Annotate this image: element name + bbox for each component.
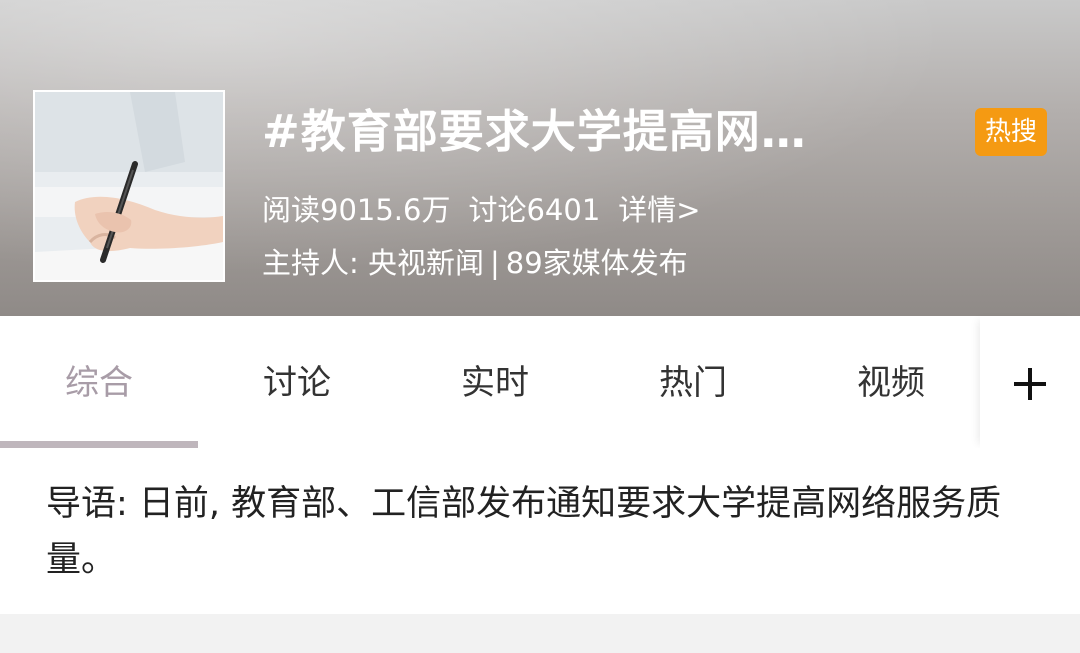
plus-icon	[1014, 368, 1046, 400]
host-name[interactable]: 主持人: 央视新闻	[262, 246, 484, 280]
tab-discussion[interactable]: 讨论	[198, 316, 396, 448]
tab-comprehensive[interactable]: 综合	[0, 316, 198, 448]
intro-text: 导语: 日前, 教育部、工信部发布通知要求大学提高网络服务质量。	[46, 484, 1002, 580]
topic-thumbnail[interactable]	[33, 90, 225, 282]
intro-section: 导语: 日前, 教育部、工信部发布通知要求大学提高网络服务质量。	[0, 448, 1080, 614]
tab-bar: 综合 讨论 实时 热门 视频	[0, 316, 1080, 448]
tab-hot[interactable]: 热门	[594, 316, 792, 448]
hot-badge: 热搜	[975, 108, 1047, 156]
add-tab-button[interactable]	[980, 316, 1080, 448]
topic-title: #教育部要求大学提高网…	[262, 105, 807, 158]
read-count: 阅读9015.6万	[262, 193, 451, 227]
topic-header: #教育部要求大学提高网… 热搜 阅读9015.6万 讨论6401 详情> 主持人: …	[0, 0, 1080, 316]
writing-hand-image	[35, 92, 223, 280]
discussion-count: 讨论6401	[468, 193, 601, 227]
tab-video[interactable]: 视频	[792, 316, 990, 448]
host-separator: |	[490, 246, 500, 280]
topic-stats: 阅读9015.6万 讨论6401 详情>	[262, 190, 719, 230]
topic-host-line: 主持人: 央视新闻 | 89家媒体发布	[262, 243, 694, 283]
tab-realtime[interactable]: 实时	[396, 316, 594, 448]
details-link[interactable]: 详情>	[618, 193, 700, 227]
media-count[interactable]: 89家媒体发布	[506, 246, 688, 280]
active-tab-indicator	[0, 441, 198, 448]
